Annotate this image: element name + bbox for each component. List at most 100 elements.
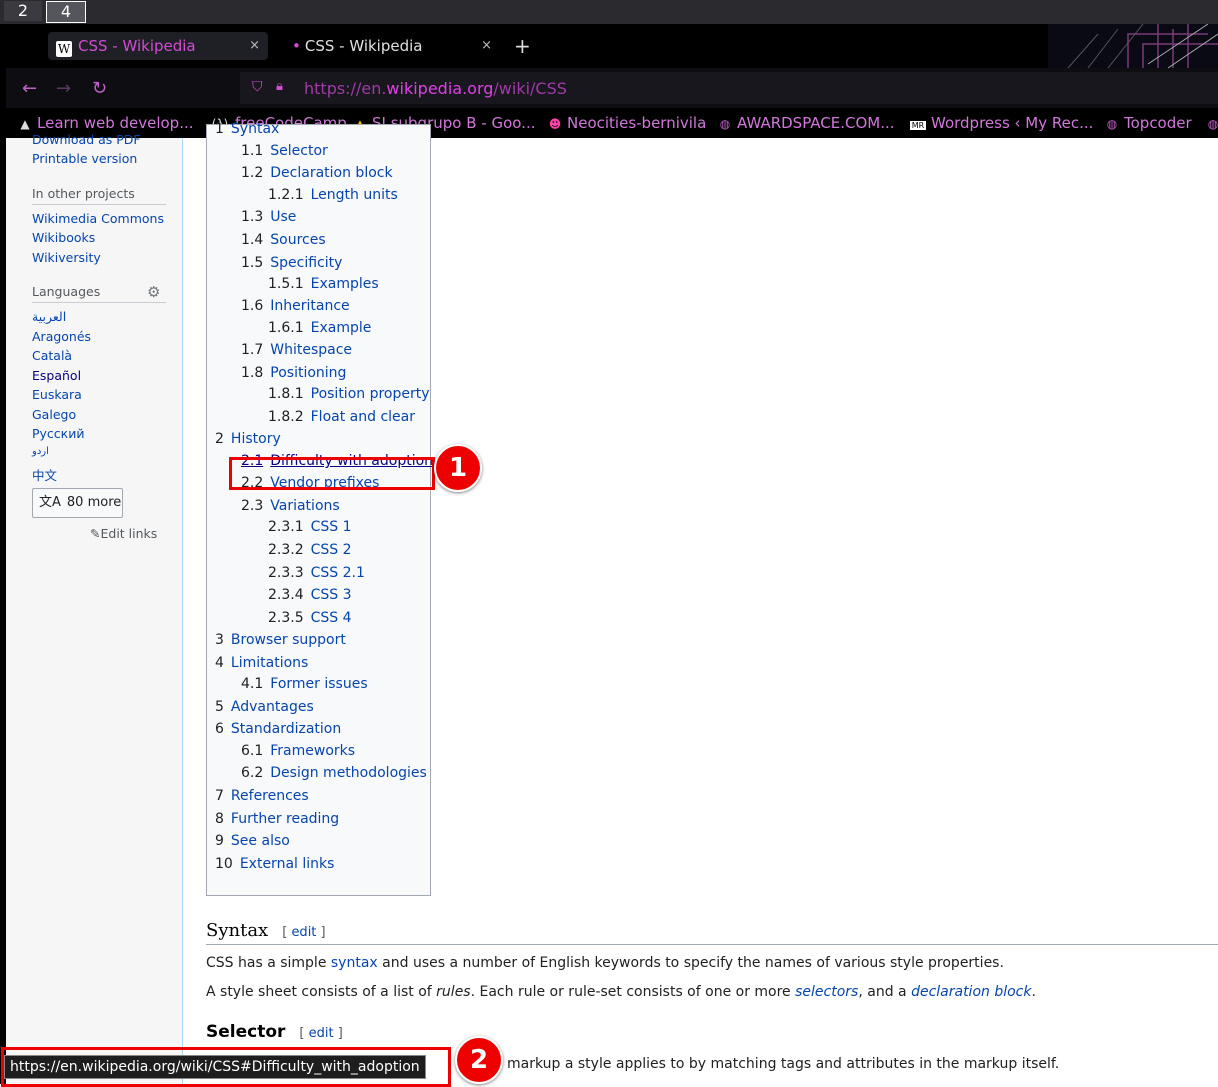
toc-item[interactable]: 1.5 Specificity bbox=[241, 255, 342, 271]
toc-item[interactable]: 6.2 Design methodologies bbox=[241, 765, 427, 781]
fcc-icon: ▲ bbox=[20, 117, 30, 131]
sidebar-printable-version[interactable]: Printable version bbox=[32, 151, 137, 166]
toc-label: Browser support bbox=[230, 632, 346, 648]
gear-icon[interactable]: ⚙ bbox=[147, 283, 160, 301]
toc-item[interactable]: 1 Syntax bbox=[215, 121, 279, 137]
globe-icon: ◍ bbox=[1106, 117, 1118, 131]
bookmark-neocities[interactable]: ☻ Neocities-bernivila bbox=[548, 114, 707, 132]
close-icon[interactable]: × bbox=[481, 32, 492, 60]
toc-item[interactable]: 1.5.1 Examples bbox=[268, 276, 379, 292]
bookmark-learn-web[interactable]: ▲ Learn web develop... bbox=[18, 114, 193, 132]
toc-item[interactable]: 1.8.2 Float and clear bbox=[268, 409, 415, 425]
toc-item[interactable]: 2.3.5 CSS 4 bbox=[268, 610, 352, 626]
toc-number: 1.6.1 bbox=[268, 320, 304, 336]
toc-item[interactable]: 10 External links bbox=[215, 856, 334, 872]
toc-number: 8 bbox=[215, 811, 224, 827]
lang-urdu[interactable]: اردو bbox=[32, 446, 49, 457]
lang-arabic[interactable]: العربية bbox=[32, 309, 66, 324]
toc-item[interactable]: 4.1 Former issues bbox=[241, 676, 368, 692]
toc-label: CSS 3 bbox=[310, 587, 352, 603]
languages-heading: Languages bbox=[32, 284, 101, 299]
toc-label: Positioning bbox=[270, 365, 347, 381]
toc-item[interactable]: 7 References bbox=[215, 788, 309, 804]
workspace-4[interactable]: 4 bbox=[46, 1, 86, 23]
lang-russian[interactable]: Русский bbox=[32, 426, 84, 441]
sidebar-wikibooks[interactable]: Wikibooks bbox=[32, 230, 95, 245]
lang-spanish[interactable]: Español bbox=[32, 368, 81, 383]
toc-label: Inheritance bbox=[270, 298, 350, 314]
toc-item[interactable]: 2.3 Variations bbox=[241, 498, 340, 514]
shield-icon[interactable]: ⛉ bbox=[252, 79, 263, 95]
toc-item[interactable]: 2.3.1 CSS 1 bbox=[268, 519, 352, 535]
toc-label: Float and clear bbox=[310, 409, 415, 425]
edit-section-link[interactable]: [ edit ] bbox=[299, 1026, 342, 1041]
syntax-link[interactable]: syntax bbox=[331, 955, 378, 971]
toc-item[interactable]: 9 See also bbox=[215, 833, 290, 849]
toc-item[interactable]: 2.3.3 CSS 2.1 bbox=[268, 565, 365, 581]
toc-label: Further reading bbox=[230, 811, 340, 827]
toc-number: 1.5.1 bbox=[268, 276, 304, 292]
toc-label: Specificity bbox=[270, 255, 343, 271]
toc-item[interactable]: 6.1 Frameworks bbox=[241, 743, 355, 759]
annotation-marker-2: 2 bbox=[455, 1036, 503, 1084]
selectors-link[interactable]: selectors bbox=[795, 984, 858, 1000]
toc-item[interactable]: 1.2 Declaration block bbox=[241, 165, 393, 181]
toc-item[interactable]: 3 Browser support bbox=[215, 632, 346, 648]
toc-item[interactable]: 1.7 Whitespace bbox=[241, 342, 352, 358]
toc-item[interactable]: 1.8.1 Position property bbox=[268, 386, 430, 402]
reload-button[interactable]: ↻ bbox=[92, 78, 107, 99]
edit-section-link[interactable]: [ edit ] bbox=[282, 925, 325, 940]
highlight-box-2 bbox=[1, 1047, 451, 1087]
declaration-block-link[interactable]: declaration block bbox=[911, 984, 1031, 1000]
sidebar-wikiversity[interactable]: Wikiversity bbox=[32, 250, 101, 265]
bookmark-wordpress[interactable]: MR Wordpress ‹ My Rec... bbox=[910, 114, 1093, 132]
back-button[interactable]: ← bbox=[22, 78, 37, 99]
toc-item[interactable]: 1.4 Sources bbox=[241, 232, 326, 248]
address-bar[interactable]: ⛉ 🔒︎ https://en.wikipedia.org/wiki/CSS bbox=[240, 72, 1218, 104]
toc-item[interactable]: 1.2.1 Length units bbox=[268, 187, 398, 203]
toc-item[interactable]: 6 Standardization bbox=[215, 721, 341, 737]
toc-item[interactable]: 2.3.4 CSS 3 bbox=[268, 587, 352, 603]
toc-item[interactable]: 8 Further reading bbox=[215, 811, 339, 827]
other-projects-heading: In other projects bbox=[32, 186, 135, 201]
toc-number: 1 bbox=[215, 121, 224, 137]
toc-item[interactable]: 2.3.2 CSS 2 bbox=[268, 542, 352, 558]
toc-item[interactable]: 1.3 Use bbox=[241, 209, 296, 225]
lang-basque[interactable]: Euskara bbox=[32, 387, 82, 402]
new-tab-button[interactable]: + bbox=[514, 36, 531, 56]
toc-label: CSS 1 bbox=[310, 519, 352, 535]
toc-item[interactable]: 4 Limitations bbox=[215, 655, 308, 671]
heading-syntax: Syntax[ edit ] bbox=[206, 920, 326, 941]
lang-galician[interactable]: Galego bbox=[32, 407, 76, 422]
tab-css-wikipedia[interactable]: • CSS - Wikipedia × bbox=[282, 32, 500, 60]
article-content: 1 Syntax 1.1 Selector 1.2 Declaration block 1.… bbox=[183, 121, 1218, 1084]
heading-selector: Selector[ edit ] bbox=[206, 1022, 343, 1042]
toc-item[interactable]: 1.6 Inheritance bbox=[241, 298, 350, 314]
toc-number: 6 bbox=[215, 721, 224, 737]
lang-chinese[interactable]: 中文 bbox=[32, 465, 57, 484]
bookmark-awardspace[interactable]: ◍ AWARDSPACE.COM... bbox=[718, 114, 895, 132]
toc-item[interactable]: 5 Advantages bbox=[215, 699, 314, 715]
lock-icon[interactable]: 🔒︎ bbox=[276, 79, 283, 94]
toc-item[interactable]: 1.1 Selector bbox=[241, 143, 328, 159]
toc-item[interactable]: 1.6.1 Example bbox=[268, 320, 371, 336]
lang-aragonese[interactable]: Aragonés bbox=[32, 329, 91, 344]
bookmark-overflow[interactable]: ◍ bbox=[1206, 114, 1218, 132]
lang-catalan[interactable]: Català bbox=[32, 348, 72, 363]
url-text[interactable]: https://en.wikipedia.org/wiki/CSS bbox=[304, 79, 567, 98]
more-languages-button[interactable]: 文A 80 more bbox=[32, 488, 123, 518]
sidebar-download-pdf[interactable]: Download as PDF bbox=[32, 132, 141, 147]
edit-links-link[interactable]: ✎Edit links bbox=[90, 526, 157, 541]
toc-number: 2.3.2 bbox=[268, 542, 304, 558]
toc-label: Position property bbox=[310, 386, 430, 402]
close-icon[interactable]: × bbox=[249, 32, 260, 60]
workspace-2[interactable]: 2 bbox=[4, 1, 42, 21]
toc-item[interactable]: 2 History bbox=[215, 431, 281, 447]
tab-css-wikipedia-active[interactable]: W CSS - Wikipedia × bbox=[48, 32, 268, 60]
bookmark-topcoder[interactable]: ◍ Topcoder bbox=[1105, 114, 1192, 132]
forward-button[interactable]: → bbox=[56, 78, 71, 99]
toc-label: Example bbox=[310, 320, 372, 336]
toc-item[interactable]: 1.8 Positioning bbox=[241, 365, 346, 381]
highlight-box-1 bbox=[229, 457, 435, 490]
sidebar-wikimedia-commons[interactable]: Wikimedia Commons bbox=[32, 211, 164, 226]
